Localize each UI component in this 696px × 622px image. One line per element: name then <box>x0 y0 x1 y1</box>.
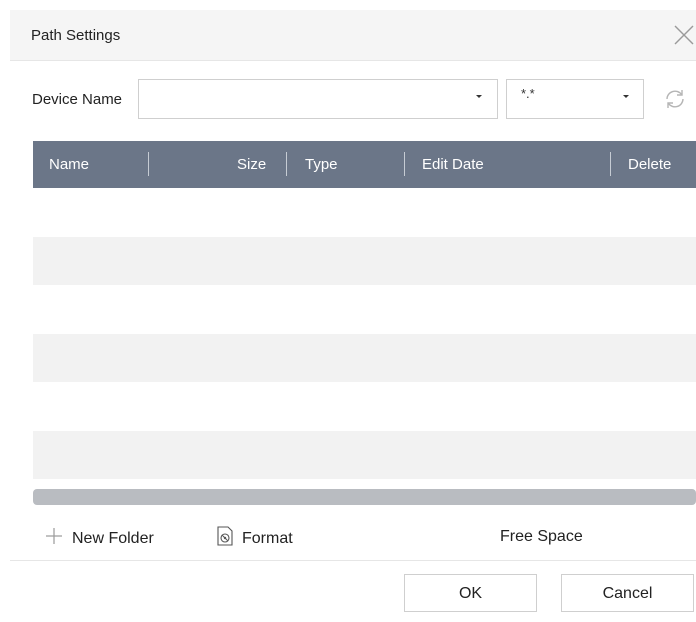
empty-table-row <box>33 382 696 431</box>
refresh-icon[interactable] <box>661 85 689 113</box>
file-type-filter-value: *.* <box>521 86 535 101</box>
empty-table-row <box>33 188 696 237</box>
empty-table-row <box>33 333 696 382</box>
column-separator[interactable] <box>148 152 149 176</box>
dialog-title: Path Settings <box>31 27 121 44</box>
close-icon[interactable] <box>672 23 696 47</box>
dialog-footer: OK Cancel <box>10 560 696 622</box>
empty-table-row <box>33 430 696 479</box>
caret-down-icon <box>476 95 482 98</box>
file-table-body <box>33 188 696 479</box>
free-space-label: Free Space <box>500 528 583 545</box>
column-header-size[interactable]: Size <box>237 156 266 173</box>
plus-icon <box>44 526 64 551</box>
column-header-delete[interactable]: Delete <box>628 156 671 173</box>
file-table: Name Size Type Edit Date Delete <box>33 141 696 510</box>
column-separator[interactable] <box>404 152 405 176</box>
horizontal-scrollbar[interactable] <box>33 489 696 505</box>
device-name-select[interactable] <box>138 79 498 119</box>
column-separator[interactable] <box>610 152 611 176</box>
file-table-header: Name Size Type Edit Date Delete <box>33 141 696 188</box>
device-name-label: Device Name <box>32 91 123 108</box>
file-toolbar: New Folder Format Free Space <box>0 520 696 554</box>
empty-table-row <box>33 236 696 285</box>
format-label: Format <box>242 529 293 547</box>
column-header-type[interactable]: Type <box>305 156 338 173</box>
dialog-titlebar: Path Settings <box>10 10 696 61</box>
ok-button[interactable]: OK <box>404 574 537 612</box>
cancel-button[interactable]: Cancel <box>561 574 694 612</box>
new-folder-button[interactable]: New Folder <box>44 526 154 551</box>
column-header-edit-date[interactable]: Edit Date <box>422 156 484 173</box>
file-type-filter-select[interactable]: *.* <box>506 79 644 119</box>
column-separator[interactable] <box>286 152 287 176</box>
caret-down-icon <box>623 95 629 98</box>
empty-table-row <box>33 285 696 334</box>
format-button[interactable]: Format <box>216 526 293 551</box>
format-disk-icon <box>216 526 234 551</box>
column-header-name[interactable]: Name <box>49 156 89 173</box>
path-settings-dialog: Path Settings Device Name *.* Name Size <box>0 0 696 621</box>
new-folder-label: New Folder <box>72 529 154 547</box>
